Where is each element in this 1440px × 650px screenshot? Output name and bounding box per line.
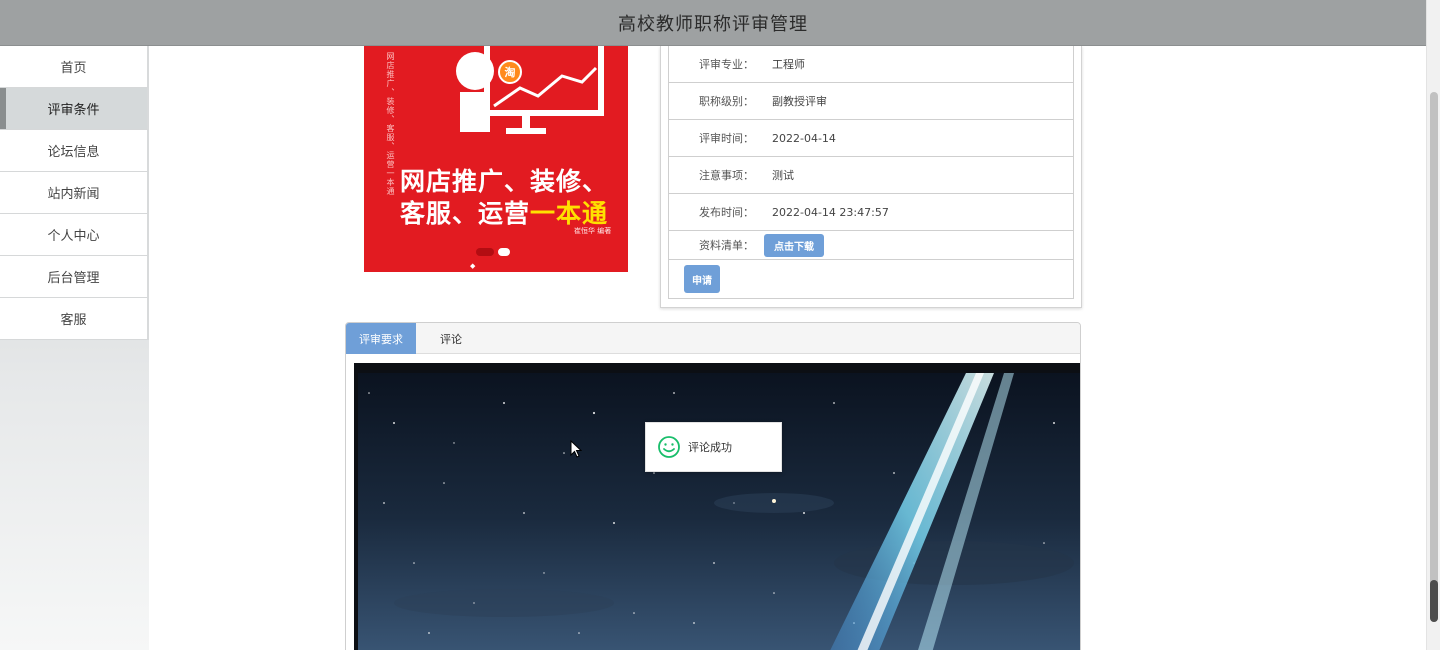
apply-button[interactable]: 申请 [684, 265, 720, 293]
book-author: 崔恒华 编著 [574, 227, 612, 235]
sidebar-item-label: 评审条件 [47, 103, 100, 118]
book-title-line2: 客服、运营一本通 [400, 199, 609, 228]
detail-table: 评审专业： 工程师 职称级别： 副教授评审 评审时间： 2022-04-14 注… [668, 46, 1074, 299]
sidebar-item-forum[interactable]: 论坛信息 [0, 130, 149, 172]
book-title-line1: 网店推广、装修、 [400, 167, 609, 196]
sidebar-item-label: 站内新闻 [47, 187, 100, 202]
sidebar-item-label: 首页 [60, 61, 87, 76]
detail-info-panel: 评审专业： 工程师 职称级别： 副教授评审 评审时间： 2022-04-14 注… [660, 46, 1082, 308]
download-button[interactable]: 点击下载 [764, 233, 824, 257]
tab-bar: 评审要求 评论 [346, 323, 1080, 354]
tabs-panel: 评审要求 评论 [345, 322, 1081, 650]
book-cover-image: 网店推广、装修、客服、运营一本通 淘 网店推广、装修、 客服、运营一本通 崔恒华… [364, 46, 628, 272]
carousel-dots[interactable] [476, 248, 518, 258]
sidebar-item-customer-service[interactable]: 客服 [0, 298, 149, 340]
sidebar: 首页 评审条件 论坛信息 站内新闻 个人中心 后台管理 客服 [0, 46, 149, 650]
apply-row: 申请 [669, 260, 1073, 298]
sidebar-item-personal-center[interactable]: 个人中心 [0, 214, 149, 256]
table-row: 注意事项： 测试 [669, 157, 1073, 194]
table-row: 发布时间： 2022-04-14 23:47:57 [669, 194, 1073, 231]
mouse-cursor-icon [570, 440, 582, 458]
top-header: 高校教师职称评审管理 [0, 0, 1426, 46]
sidebar-item-home[interactable]: 首页 [0, 46, 149, 88]
sidebar-item-admin[interactable]: 后台管理 [0, 256, 149, 298]
materials-row: 资料清单： 点击下载 [669, 231, 1073, 260]
smiley-icon [658, 436, 680, 458]
mascot-head [456, 52, 494, 90]
mascot-body [460, 92, 490, 132]
sidebar-item-label: 后台管理 [47, 271, 100, 286]
book-spine-text: 网店推广、装修、客服、运营一本通 [386, 52, 395, 196]
table-row: 评审时间： 2022-04-14 [669, 120, 1073, 157]
table-row: 职称级别： 副教授评审 [669, 83, 1073, 120]
night-sky-image [354, 363, 1080, 650]
sidebar-item-label: 个人中心 [47, 229, 100, 244]
tab-review-requirements[interactable]: 评审要求 [346, 323, 416, 354]
scrollbar-thumb[interactable] [1430, 92, 1438, 622]
sidebar-item-news[interactable]: 站内新闻 [0, 172, 149, 214]
toast-message: 评论成功 [688, 441, 732, 454]
success-toast: 评论成功 [645, 422, 782, 472]
scrollbar-grip[interactable] [1430, 580, 1438, 622]
sidebar-item-label: 论坛信息 [47, 145, 100, 160]
page-title: 高校教师职称评审管理 [618, 13, 808, 35]
vertical-scrollbar[interactable] [1426, 0, 1440, 650]
sidebar-item-review-conditions[interactable]: 评审条件 [0, 88, 149, 130]
sidebar-item-label: 客服 [60, 313, 87, 328]
table-row: 评审专业： 工程师 [669, 46, 1073, 83]
tab-comments[interactable]: 评论 [416, 323, 486, 354]
publisher-logo: ◆ [470, 262, 476, 270]
taobao-badge-icon: 淘 [498, 60, 522, 84]
